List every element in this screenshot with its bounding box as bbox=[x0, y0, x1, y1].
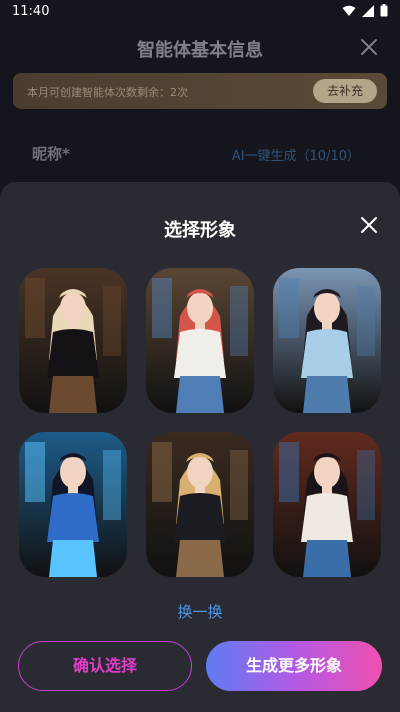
confirm-selection-button[interactable]: 确认选择 bbox=[18, 641, 192, 691]
avatar-card[interactable] bbox=[273, 432, 381, 577]
close-icon[interactable] bbox=[360, 216, 378, 234]
status-time: 11:40 bbox=[12, 4, 50, 19]
avatar-card[interactable] bbox=[273, 268, 381, 413]
refresh-link[interactable]: 换一换 bbox=[0, 601, 400, 622]
avatar-card[interactable] bbox=[19, 268, 127, 413]
avatar-3-image bbox=[273, 268, 381, 413]
sheet-title: 选择形象 bbox=[164, 220, 236, 241]
close-icon[interactable] bbox=[358, 36, 380, 58]
signal-icon bbox=[362, 4, 374, 17]
avatar-card[interactable] bbox=[146, 432, 254, 577]
status-bar: 11:40 bbox=[0, 0, 400, 24]
page-title: 智能体基本信息 bbox=[137, 40, 263, 61]
status-icons bbox=[342, 4, 388, 17]
avatar-2-image bbox=[146, 268, 254, 413]
avatar-card[interactable] bbox=[19, 432, 127, 577]
wifi-icon bbox=[342, 5, 356, 16]
avatar-1-image bbox=[19, 268, 127, 413]
quota-banner: 本月可创建智能体次数剩余：2次 去补充 bbox=[13, 73, 387, 109]
replenish-button[interactable]: 去补充 bbox=[313, 79, 377, 103]
avatar-6-image bbox=[273, 432, 381, 577]
ai-generate-link[interactable]: AI一键生成（10/10） bbox=[232, 145, 360, 164]
quota-text: 本月可创建智能体次数剩余：2次 bbox=[27, 86, 188, 99]
avatar-5-image bbox=[146, 432, 254, 577]
select-avatar-sheet: 选择形象 换一换 确认选择 生成更多形象 bbox=[0, 182, 400, 712]
battery-icon bbox=[380, 4, 388, 17]
avatar-card[interactable] bbox=[146, 268, 254, 413]
generate-more-button[interactable]: 生成更多形象 bbox=[206, 641, 382, 691]
page-header: 智能体基本信息 bbox=[0, 24, 400, 74]
avatar-4-image bbox=[19, 432, 127, 577]
nickname-label: 昵称* bbox=[32, 145, 70, 163]
